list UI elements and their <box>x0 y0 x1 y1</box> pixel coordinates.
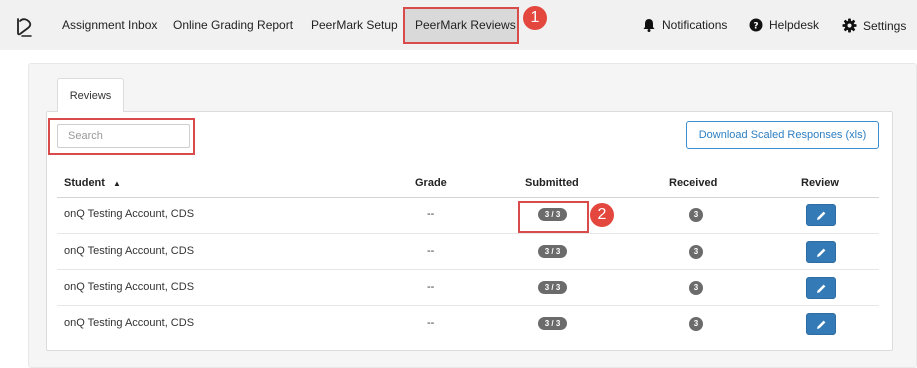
download-scaled-responses-button[interactable]: Download Scaled Responses (xls) <box>686 121 879 149</box>
submitted-badge[interactable]: 3 / 3 <box>538 245 567 258</box>
annotation-marker-2: 2 <box>590 203 614 227</box>
nav-assignment-inbox[interactable]: Assignment Inbox <box>62 18 157 32</box>
student-name: onQ Testing Account, CDS <box>64 317 195 329</box>
review-button[interactable] <box>806 204 836 226</box>
received-badge[interactable]: 3 <box>689 208 703 222</box>
settings-link[interactable]: Settings <box>842 18 906 33</box>
notifications-link[interactable]: Notifications <box>642 18 727 32</box>
tab-reviews[interactable]: Reviews <box>57 78 124 112</box>
submitted-badge[interactable]: 3 / 3 <box>538 317 567 330</box>
question-circle-icon: ? <box>749 18 763 32</box>
column-header-student[interactable]: Student ▲ <box>64 177 121 189</box>
table-header-divider <box>57 197 879 198</box>
grade-value: -- <box>427 281 435 293</box>
highlight-box-search <box>48 118 195 155</box>
row-divider <box>57 269 879 270</box>
pencil-icon <box>817 211 826 220</box>
submitted-badge[interactable]: 3 / 3 <box>538 281 567 294</box>
nav-online-grading-report[interactable]: Online Grading Report <box>173 18 293 32</box>
grade-value: -- <box>427 317 435 329</box>
helpdesk-label: Helpdesk <box>769 18 820 32</box>
student-name: onQ Testing Account, CDS <box>64 245 195 257</box>
turnitin-logo-icon[interactable] <box>14 16 36 38</box>
grade-value: -- <box>427 245 435 257</box>
column-header-grade: Grade <box>415 177 447 189</box>
student-name: onQ Testing Account, CDS <box>64 208 195 220</box>
received-badge[interactable]: 3 <box>689 317 703 331</box>
bell-icon <box>643 19 655 32</box>
sort-ascending-icon: ▲ <box>113 179 121 188</box>
helpdesk-link[interactable]: ? Helpdesk <box>749 18 819 32</box>
column-header-received: Received <box>669 177 718 189</box>
notifications-label: Notifications <box>662 18 728 32</box>
gear-icon <box>842 18 857 33</box>
received-badge[interactable]: 3 <box>689 281 703 295</box>
review-button[interactable] <box>806 313 836 335</box>
column-header-student-label: Student <box>64 177 105 189</box>
review-button[interactable] <box>806 241 836 263</box>
settings-label: Settings <box>863 18 907 33</box>
student-name: onQ Testing Account, CDS <box>64 281 195 293</box>
grade-value: -- <box>427 208 435 220</box>
row-divider <box>57 305 879 306</box>
row-divider <box>57 233 879 234</box>
annotation-marker-1: 1 <box>523 6 547 30</box>
highlight-box-submitted <box>518 201 589 233</box>
pencil-icon <box>817 284 826 293</box>
highlight-box-peermark-reviews <box>403 7 519 44</box>
column-header-review: Review <box>801 177 839 189</box>
review-button[interactable] <box>806 277 836 299</box>
pencil-icon <box>817 248 826 257</box>
nav-peermark-setup[interactable]: PeerMark Setup <box>311 18 398 32</box>
column-header-submitted: Submitted <box>525 177 579 189</box>
svg-text:?: ? <box>753 22 758 32</box>
pencil-icon <box>817 320 826 329</box>
received-badge[interactable]: 3 <box>689 245 703 259</box>
